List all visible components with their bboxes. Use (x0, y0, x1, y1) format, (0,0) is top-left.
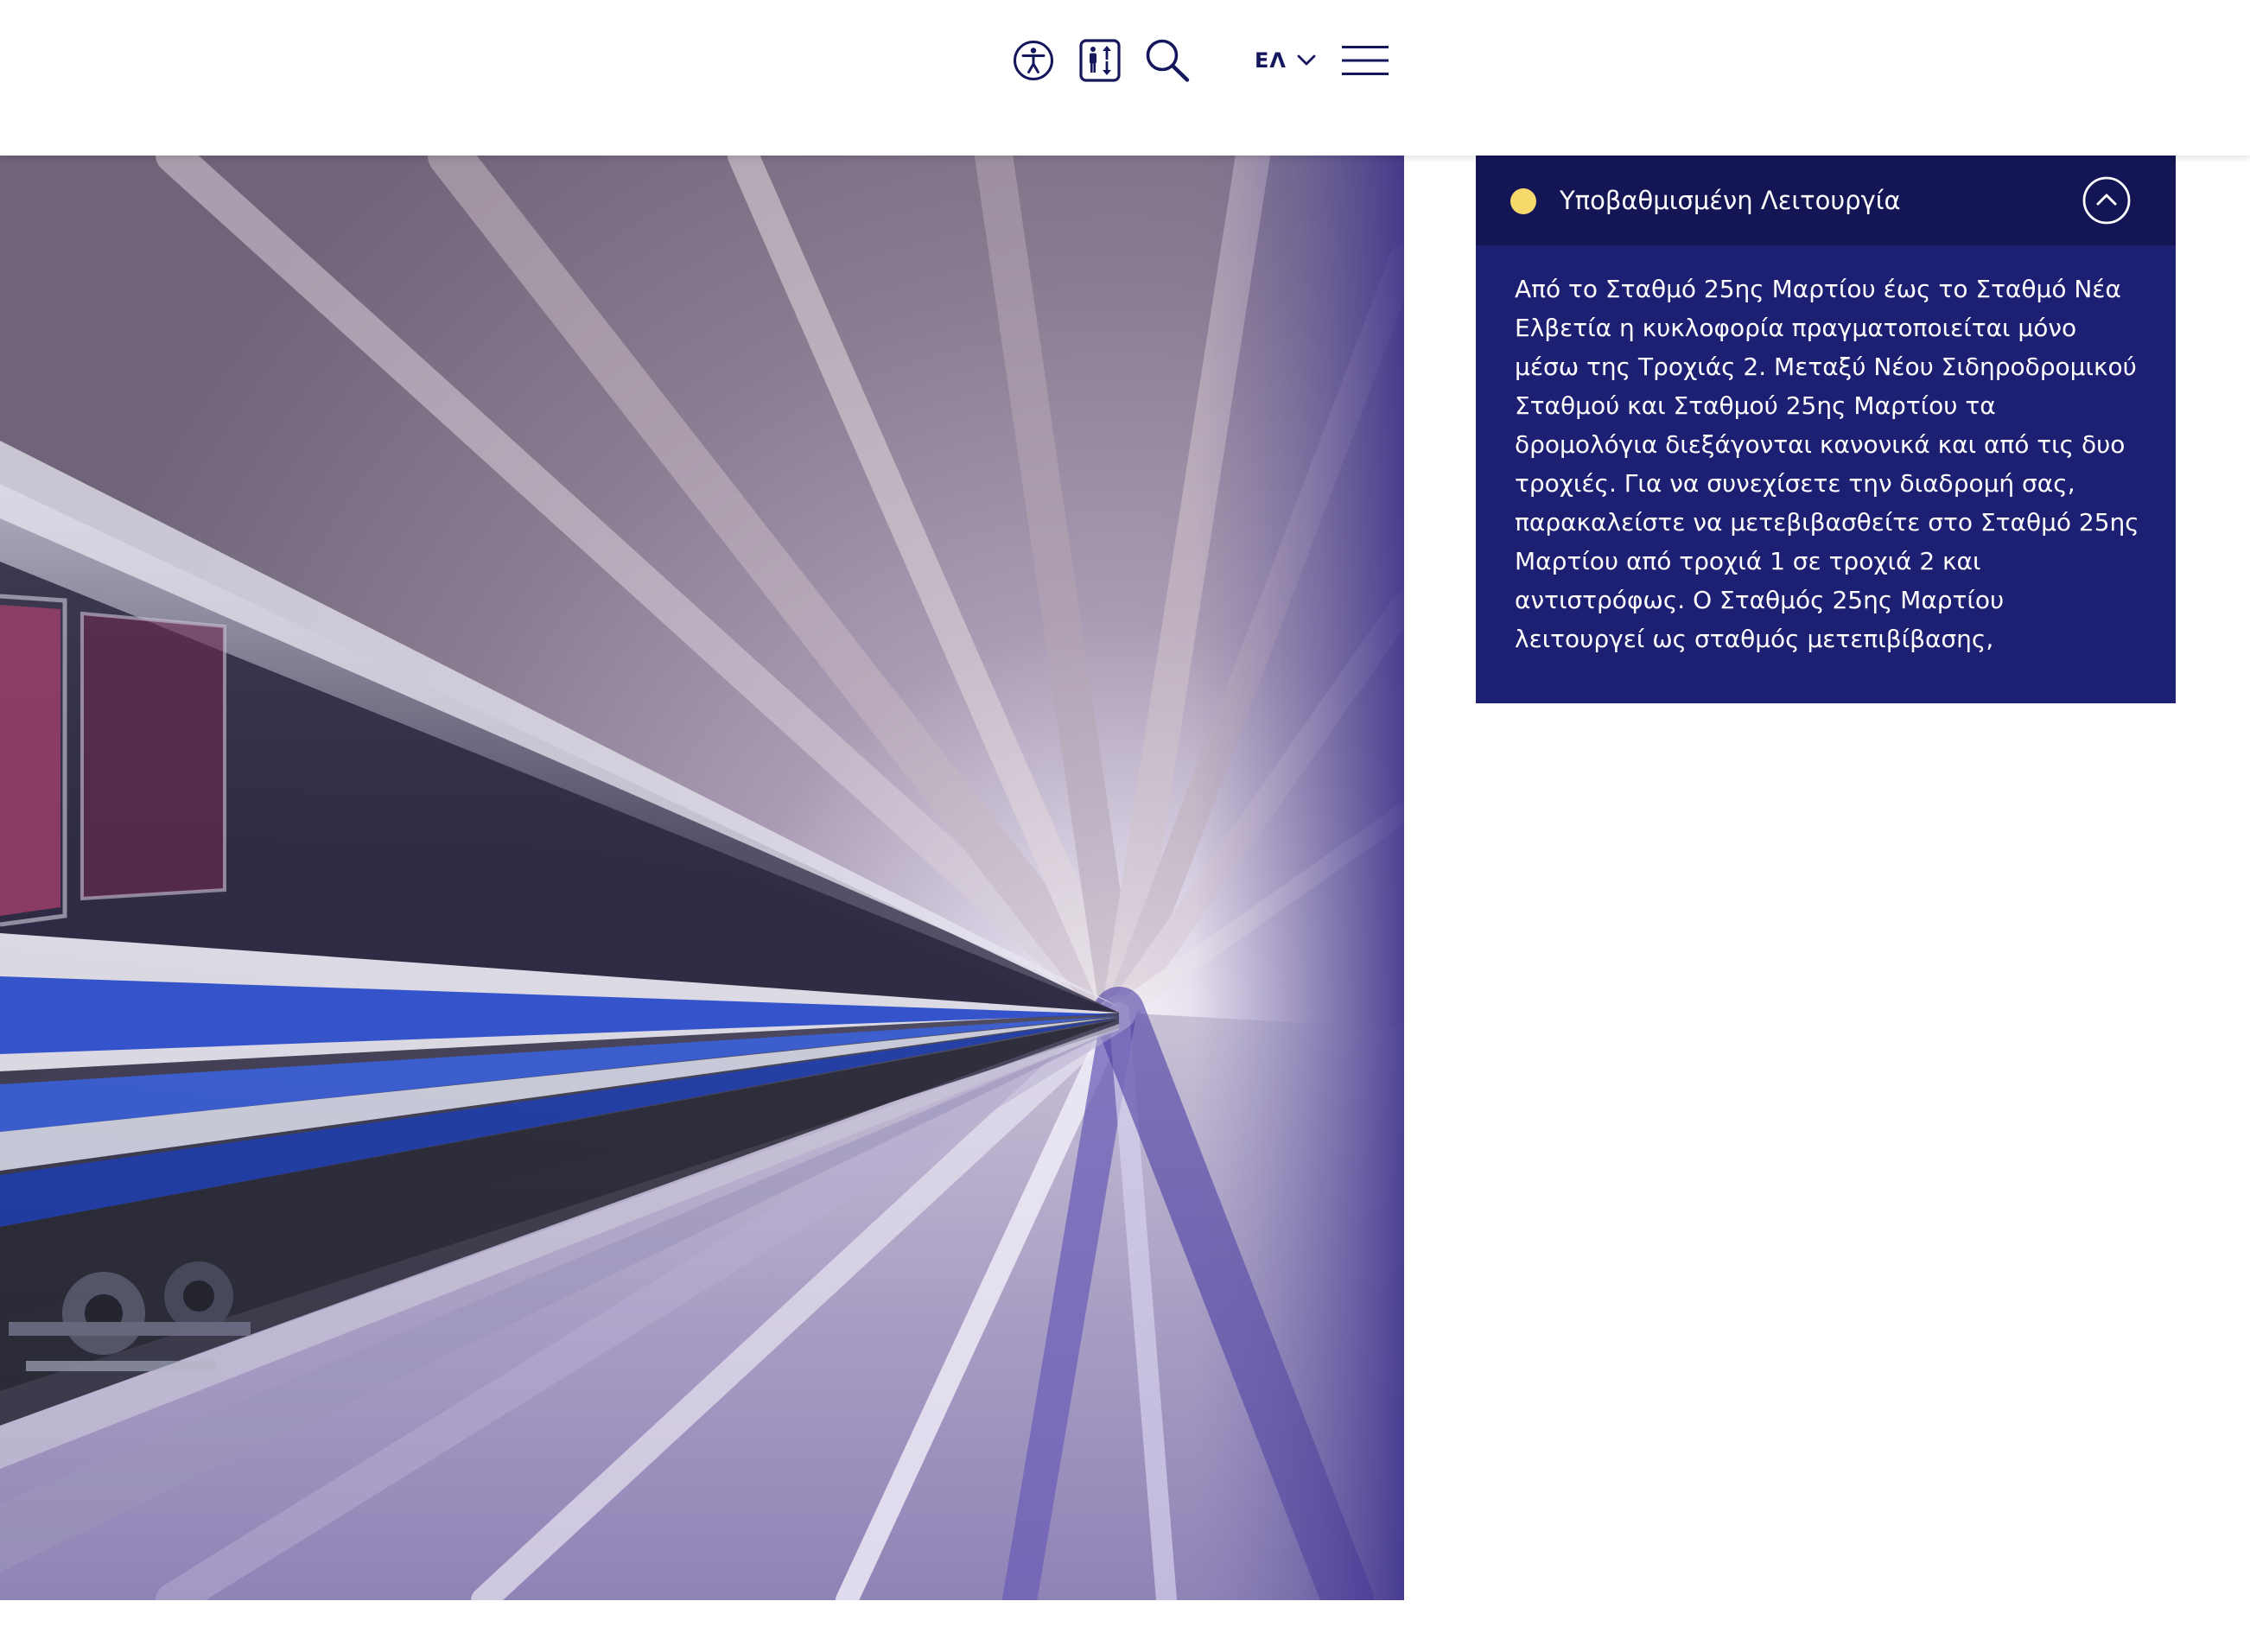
page: ΕΛ Υποβαθμισμένη Λειτουργία Από το Σταθμ… (0, 0, 2250, 1652)
chevron-up-icon[interactable] (2082, 176, 2131, 225)
chevron-down-icon (1297, 54, 1316, 66)
hamburger-menu-icon[interactable] (1342, 45, 1389, 76)
status-message: Από το Σταθμό 25ης Μαρτίου έως το Σταθμό… (1515, 275, 2139, 653)
elevator-icon[interactable] (1079, 39, 1121, 82)
language-selected-label: ΕΛ (1255, 48, 1287, 73)
status-indicator-dot (1510, 188, 1536, 214)
service-status-panel: Υποβαθμισμένη Λειτουργία Από το Σταθμό 2… (1476, 156, 2176, 703)
status-title: Υποβαθμισμένη Λειτουργία (1560, 186, 1901, 215)
service-status-body: Από το Σταθμό 25ης Μαρτίου έως το Σταθμό… (1476, 245, 2176, 703)
service-status-header[interactable]: Υποβαθμισμένη Λειτουργία (1476, 156, 2176, 245)
hero-train-image (0, 156, 1404, 1600)
site-header: ΕΛ (0, 0, 2250, 156)
search-icon[interactable] (1144, 38, 1191, 83)
accessibility-icon[interactable] (1013, 40, 1054, 81)
language-selector[interactable]: ΕΛ (1255, 41, 1316, 79)
